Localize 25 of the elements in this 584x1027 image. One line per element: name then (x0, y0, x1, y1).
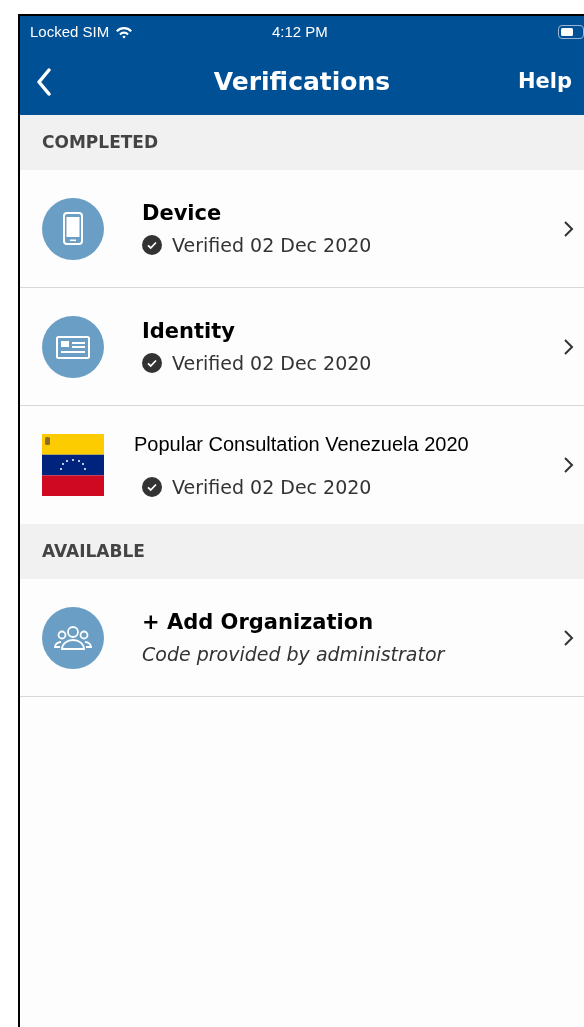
row-subtitle: Verified 02 Dec 2020 (172, 351, 372, 376)
page-title: Verifications (213, 65, 391, 98)
phone-icon (42, 197, 104, 260)
chevron-right-icon (563, 337, 574, 356)
people-group-icon (42, 606, 104, 669)
battery-icon (558, 25, 584, 39)
row-title: Popular Consultation Venezuela 2020 (134, 431, 470, 457)
id-card-icon (42, 315, 104, 378)
status-time: 4:12 PM (272, 21, 328, 42)
chevron-right-icon (563, 628, 574, 647)
help-button[interactable]: Help (517, 65, 572, 98)
row-subtitle: Verified 02 Dec 2020 (172, 233, 372, 258)
chevron-right-icon (563, 456, 574, 474)
row-title: + Add Organization (142, 608, 375, 636)
row-subtitle: Verified 02 Dec 2020 (172, 474, 372, 500)
row-title: Identity (142, 317, 236, 345)
row-title: Device (142, 199, 223, 227)
carrier-label: Locked SIM (30, 21, 110, 42)
chevron-right-icon (563, 219, 574, 238)
back-chevron-icon (36, 67, 52, 96)
section-header: COMPLETED (42, 130, 159, 154)
row-subtitle: Code provided by administrator (142, 642, 445, 667)
wifi-icon (115, 25, 134, 39)
flag-icon (42, 434, 104, 496)
section-header: AVAILABLE (42, 539, 145, 563)
